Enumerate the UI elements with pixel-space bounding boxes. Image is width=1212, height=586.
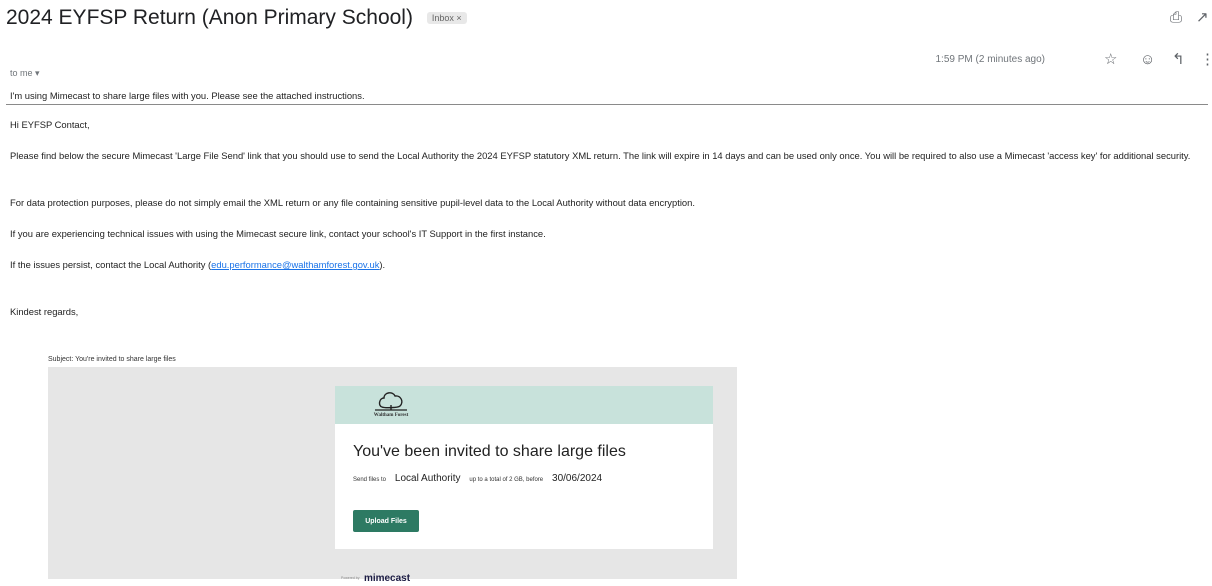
size-limit-text: up to a total of 2 GB, before [469, 477, 544, 483]
invite-card: Waltham Forest You've been invited to sh… [335, 386, 713, 549]
powered-by-footer: Powered by mimecast [341, 568, 410, 586]
forwarded-subject-line: Subject: You're invited to share large f… [48, 356, 176, 363]
invite-title: You've been invited to share large files [353, 443, 626, 460]
send-files-to-label: Send files to [353, 477, 387, 483]
email-subject-heading: 2024 EYFSP Return (Anon Primary School) … [6, 6, 467, 30]
paragraph-text: If the issues persist, contact the Local… [10, 259, 212, 270]
email-intro-line: I'm using Mimecast to share large files … [10, 90, 365, 101]
email-timestamp: 1:59 PM (2 minutes ago) [935, 54, 1046, 65]
email-paragraph: If the issues persist, contact the Local… [10, 258, 385, 272]
emoji-react-icon[interactable]: ☺ [1140, 52, 1155, 67]
powered-by-label: Powered by [341, 576, 360, 580]
open-in-new-window-icon[interactable]: ↗ [1196, 10, 1209, 25]
upload-files-button[interactable]: Upload Files [353, 510, 419, 532]
invite-details: Send files to Local Authority up to a to… [353, 468, 602, 486]
invite-card-header: Waltham Forest [335, 386, 713, 424]
divider [6, 104, 1208, 105]
email-paragraph: Please find below the secure Mimecast 'L… [10, 150, 1191, 161]
print-icon[interactable]: ⎙ [1170, 10, 1182, 25]
inbox-label-chip[interactable]: Inbox × [426, 12, 467, 24]
recipient-details-toggle[interactable]: to me ▾ [10, 68, 40, 79]
recipient-name: Local Authority [394, 473, 461, 484]
contact-email-link[interactable]: edu.performance@walthamforest.gov.uk [211, 259, 379, 270]
email-paragraph: If you are experiencing technical issues… [10, 228, 546, 239]
email-paragraph: For data protection purposes, please do … [10, 197, 695, 208]
paragraph-text: ). [379, 259, 386, 270]
deadline-date: 30/06/2024 [552, 473, 603, 484]
logo-text: Waltham Forest [373, 413, 409, 418]
email-signoff: Kindest regards, [10, 306, 79, 317]
email-greeting: Hi EYFSP Contact, [10, 119, 90, 130]
star-icon[interactable]: ☆ [1104, 52, 1117, 67]
email-subject-text: 2024 EYFSP Return (Anon Primary School) [6, 6, 413, 29]
more-options-icon[interactable]: ⋮ [1200, 52, 1212, 67]
waltham-forest-logo: Waltham Forest [363, 388, 419, 422]
reply-icon[interactable]: ↰ [1172, 52, 1185, 67]
